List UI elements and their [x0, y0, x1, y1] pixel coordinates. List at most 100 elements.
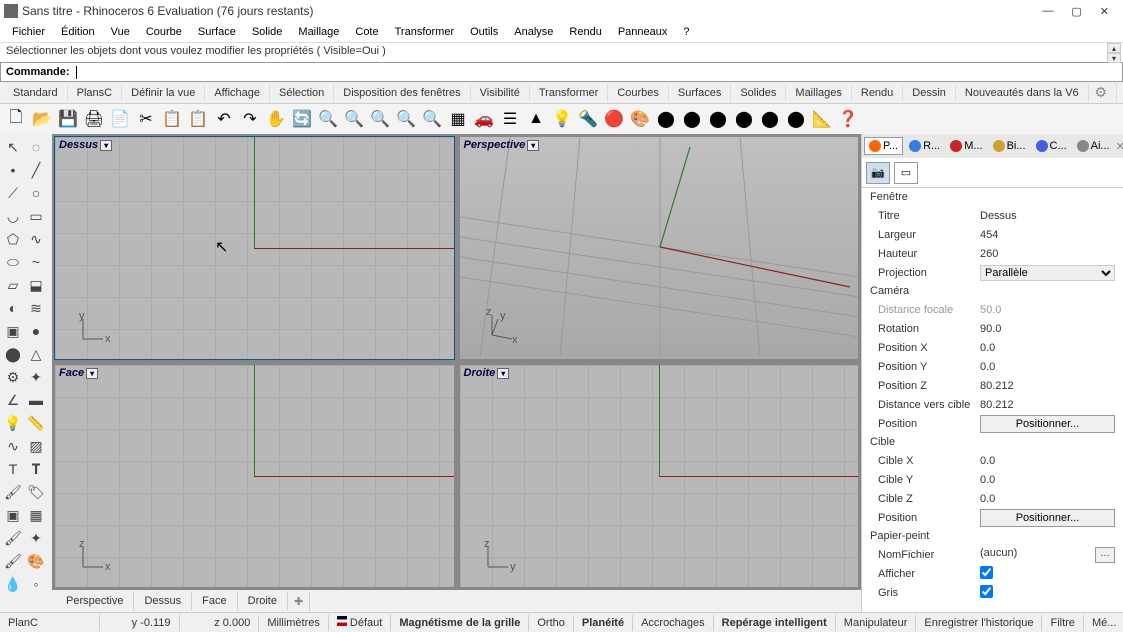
ellipse-icon[interactable]: ⬭: [2, 251, 24, 273]
polygon-icon[interactable]: ⬠: [2, 228, 24, 250]
bulb-icon[interactable]: 💡: [2, 412, 24, 434]
surface-icon[interactable]: ▱: [2, 274, 24, 296]
color-wheel-icon[interactable]: 🎨: [628, 107, 652, 131]
layers-icon[interactable]: ☰: [498, 107, 522, 131]
menu-analyse[interactable]: Analyse: [506, 24, 561, 40]
menu-surface[interactable]: Surface: [190, 24, 244, 40]
menu-[interactable]: ?: [675, 24, 697, 40]
star-icon[interactable]: ✦: [25, 366, 47, 388]
tab-affichage[interactable]: Affichage: [205, 84, 270, 102]
viewport-front-dropdown[interactable]: ▾: [86, 368, 98, 379]
curve2-icon[interactable]: ∿: [2, 435, 24, 457]
status-planit[interactable]: Planéité: [574, 615, 633, 631]
tab-rendu[interactable]: Rendu: [852, 84, 903, 102]
zoom-target-icon[interactable]: 🔍: [420, 107, 444, 131]
zoom-selected-icon[interactable]: 🔍: [394, 107, 418, 131]
tab-dfinirlavue[interactable]: Définir la vue: [122, 84, 205, 102]
sphere-render-icon[interactable]: 🔴: [602, 107, 626, 131]
tab-slection[interactable]: Sélection: [270, 84, 334, 102]
arc-icon[interactable]: ◡: [2, 205, 24, 227]
menu-fichier[interactable]: Fichier: [4, 24, 53, 40]
camera-mode-button[interactable]: 📷: [866, 162, 890, 184]
paneltab-3[interactable]: Bi...: [989, 138, 1030, 154]
status-accrochages[interactable]: Accrochages: [633, 615, 714, 631]
rotate-icon[interactable]: 🔄: [290, 107, 314, 131]
revolve-icon[interactable]: ◐: [2, 297, 24, 319]
display-mode-button[interactable]: ▭: [894, 162, 918, 184]
shade-icon[interactable]: ⬤: [680, 107, 704, 131]
prop-projection-select[interactable]: Parallèle: [980, 265, 1115, 281]
menu-rendu[interactable]: Rendu: [561, 24, 609, 40]
status-reprageintelligent[interactable]: Repérage intelligent: [714, 615, 836, 631]
viewport-top[interactable]: Dessus ▾ xy ↖: [54, 136, 455, 360]
tab-dessin[interactable]: Dessin: [903, 84, 956, 102]
drop-icon[interactable]: 💧: [2, 573, 24, 595]
viewport-right-dropdown[interactable]: ▾: [497, 368, 509, 379]
redo-icon[interactable]: ↷: [238, 107, 262, 131]
menu-transformer[interactable]: Transformer: [387, 24, 463, 40]
tab-plansc[interactable]: PlansC: [68, 84, 122, 102]
material-icon[interactable]: ⬤: [654, 107, 678, 131]
menu-dition[interactable]: Édition: [53, 24, 103, 40]
vptab-face[interactable]: Face: [192, 592, 237, 610]
history-scroll-up[interactable]: ▴: [1107, 43, 1121, 53]
zoom-extents-icon[interactable]: 🔍: [368, 107, 392, 131]
paint-icon[interactable]: 🖌: [2, 481, 24, 503]
zoom-dynamic-icon[interactable]: 🔍: [342, 107, 366, 131]
angle-icon[interactable]: ∠: [2, 389, 24, 411]
prop-camposx-value[interactable]: 0.0: [980, 342, 1115, 354]
zoom-window-icon[interactable]: 🔍: [316, 107, 340, 131]
prop-gris-checkbox[interactable]: [980, 585, 993, 598]
cut-icon[interactable]: ✂: [134, 107, 158, 131]
tab-courbes[interactable]: Courbes: [608, 84, 669, 102]
cone-icon[interactable]: △: [25, 343, 47, 365]
prop-camposz-value[interactable]: 80.212: [980, 380, 1115, 392]
rect-icon[interactable]: ▭: [25, 205, 47, 227]
box-icon[interactable]: ▣: [2, 320, 24, 342]
tab-transformer[interactable]: Transformer: [530, 84, 609, 102]
status-planc[interactable]: PlanC: [0, 615, 100, 631]
tab-dispositiondesfentres[interactable]: Disposition des fenêtres: [334, 84, 470, 102]
status-enregistrerlhistorique[interactable]: Enregistrer l'historique: [916, 615, 1042, 631]
viewport-right[interactable]: Droite ▾ yz: [459, 364, 860, 588]
prop-camposy-value[interactable]: 0.0: [980, 361, 1115, 373]
prop-distcible-value[interactable]: 80.212: [980, 399, 1115, 411]
brush-icon[interactable]: 🖌: [2, 527, 24, 549]
vptab-droite[interactable]: Droite: [238, 592, 288, 610]
viewport-front[interactable]: Face ▾ xz: [54, 364, 455, 588]
open-icon[interactable]: 📂: [30, 107, 54, 131]
xray-icon[interactable]: ⬤: [758, 107, 782, 131]
command-line[interactable]: Commande:: [0, 62, 1123, 82]
document-icon[interactable]: 📄: [108, 107, 132, 131]
paneltab-0[interactable]: P...: [864, 137, 903, 155]
grid-icon[interactable]: ▦: [446, 107, 470, 131]
save-icon[interactable]: 💾: [56, 107, 80, 131]
prop-ciblez-value[interactable]: 0.0: [980, 493, 1115, 505]
ghost-icon[interactable]: ⬤: [732, 107, 756, 131]
tab-standard[interactable]: Standard: [4, 84, 68, 102]
brush2-icon[interactable]: 🖌: [2, 550, 24, 572]
viewport-top-dropdown[interactable]: ▾: [100, 140, 112, 151]
loft-icon[interactable]: ≋: [25, 297, 47, 319]
maximize-button[interactable]: ▢: [1071, 5, 1081, 18]
status-units[interactable]: Millimètres: [259, 615, 329, 631]
history-scroll-down[interactable]: ▾: [1107, 53, 1121, 63]
tab-solides[interactable]: Solides: [731, 84, 786, 102]
viewport-persp-dropdown[interactable]: ▾: [527, 140, 539, 151]
paneltab-4[interactable]: C...: [1032, 138, 1071, 154]
text-icon[interactable]: T: [2, 458, 24, 480]
viewport-front-label[interactable]: Face ▾: [59, 367, 98, 379]
viewport-right-label[interactable]: Droite ▾: [464, 367, 510, 379]
mesh-icon[interactable]: ▦: [25, 504, 47, 526]
viewport-perspective[interactable]: Perspective ▾ xyz: [459, 136, 860, 360]
paneltab-2[interactable]: M...: [946, 138, 986, 154]
car-icon[interactable]: 🚗: [472, 107, 496, 131]
viewport-persp-label[interactable]: Perspective ▾: [464, 139, 540, 151]
prop-cibley-value[interactable]: 0.0: [980, 474, 1115, 486]
prop-nomfichier-browse[interactable]: …: [1095, 547, 1115, 563]
pan-icon[interactable]: ✋: [264, 107, 288, 131]
flatten-icon[interactable]: ▬: [25, 389, 47, 411]
textobj-icon[interactable]: 𝐓: [25, 458, 47, 480]
wire-icon[interactable]: ⬤: [706, 107, 730, 131]
curve-icon[interactable]: ∿: [25, 228, 47, 250]
